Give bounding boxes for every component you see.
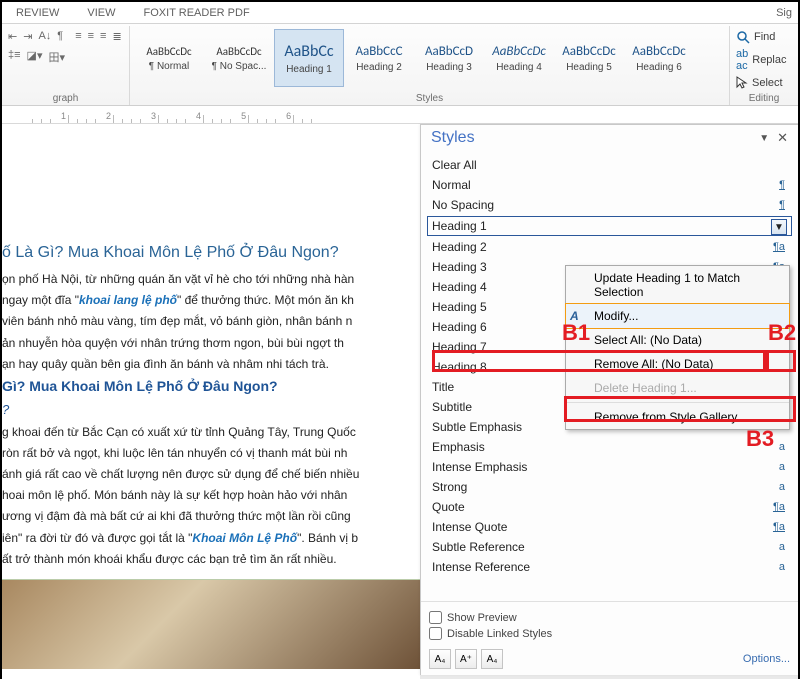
pane-dropdown-icon[interactable]: ▼ bbox=[755, 133, 773, 144]
paragraph-group: ⇤ ⇥ A↓ ¶ ≡ ≡ ≡ ≣ ‡≡ ◪▾ 田▾ graph bbox=[2, 26, 130, 105]
ruler[interactable]: 123456 bbox=[2, 106, 798, 124]
menu-modify[interactable]: AModify... bbox=[565, 303, 790, 329]
document-image bbox=[2, 579, 420, 669]
doc-paragraph: ròn rất bở và ngọt, khi luộc lên tán nhu… bbox=[2, 444, 420, 463]
style-item-intense-reference[interactable]: Intense Referencea bbox=[427, 557, 792, 577]
style-item-emphasis[interactable]: Emphasisa bbox=[427, 437, 792, 457]
sort-icon[interactable]: A↓ bbox=[38, 30, 51, 43]
style-item-dropdown[interactable]: ▼ bbox=[771, 219, 787, 235]
doc-paragraph: ánh giá rất cao về chất lượng nên được s… bbox=[2, 465, 420, 484]
signin-link[interactable]: Sig bbox=[762, 7, 798, 19]
doc-paragraph: ản nhuyễn hòa quyện với nhân trứng thơm … bbox=[2, 334, 420, 353]
style-heading-4[interactable]: AaBbCcDc Heading 4 bbox=[484, 29, 554, 87]
style-item-no-spacing[interactable]: No Spacing¶ bbox=[427, 195, 792, 215]
style-item-intense-quote[interactable]: Intense Quote¶a bbox=[427, 517, 792, 537]
tab-view[interactable]: VIEW bbox=[73, 7, 129, 19]
menu-update-match[interactable]: Update Heading 1 to Match Selection bbox=[566, 266, 789, 304]
select-button[interactable]: Select bbox=[736, 76, 798, 90]
menu-select-all[interactable]: Select All: (No Data) bbox=[566, 328, 789, 352]
style-item-strong[interactable]: Stronga bbox=[427, 477, 792, 497]
menu-remove-all[interactable]: Remove All: (No Data) bbox=[566, 352, 789, 376]
pane-title: Styles bbox=[431, 129, 755, 147]
document-page[interactable]: ố Là Gì? Mua Khoai Môn Lệ Phố Ở Đâu Ngon… bbox=[2, 124, 420, 679]
options-link[interactable]: Options... bbox=[743, 653, 790, 665]
line-spacing-icon[interactable]: ‡≡ bbox=[8, 49, 21, 65]
indent-increase-icon[interactable]: ⇥ bbox=[23, 30, 32, 43]
style-clear-all[interactable]: Clear All bbox=[427, 155, 792, 175]
doc-paragraph: ất trở thành món khoái khẩu được các bạn… bbox=[2, 550, 420, 569]
style-item-normal[interactable]: Normal¶ bbox=[427, 175, 792, 195]
style-gallery[interactable]: AaBbCcDc ¶ Normal AaBbCcDc ¶ No Spac... … bbox=[130, 26, 696, 87]
doc-paragraph: ngay một đĩa "khoai lang lệ phố" để thưở… bbox=[2, 291, 420, 310]
doc-paragraph: ạn hay quây quần bên gia đình ăn bánh và… bbox=[2, 355, 420, 374]
pane-footer: Show Preview Disable Linked Styles A₄ A⁺… bbox=[421, 601, 798, 675]
style-heading-1[interactable]: AaBbCc Heading 1 bbox=[274, 29, 344, 87]
doc-paragraph: iên" ra đời từ đó và được gọi tắt là "Kh… bbox=[2, 529, 420, 548]
doc-paragraph: ọn phố Hà Nội, từ những quán ăn vặt vỉ h… bbox=[2, 270, 420, 289]
modify-icon: A bbox=[570, 309, 579, 323]
disable-linked-checkbox[interactable]: Disable Linked Styles bbox=[429, 627, 790, 640]
doc-paragraph: ương vị đậm đà mà bất cứ ai khi đã thưởn… bbox=[2, 507, 420, 526]
doc-paragraph: viên bánh nhỏ màu vàng, tím đẹp mắt, vỏ … bbox=[2, 312, 420, 331]
indent-decrease-icon[interactable]: ⇤ bbox=[8, 30, 17, 43]
style-item-quote[interactable]: Quote¶a bbox=[427, 497, 792, 517]
show-preview-checkbox[interactable]: Show Preview bbox=[429, 611, 790, 624]
replace-icon: abac bbox=[736, 48, 748, 72]
align-left-icon[interactable]: ≡ bbox=[75, 30, 81, 43]
select-icon bbox=[736, 76, 748, 90]
align-center-icon[interactable]: ≡ bbox=[88, 30, 94, 43]
find-icon bbox=[736, 30, 750, 44]
align-right-icon[interactable]: ≡ bbox=[100, 30, 106, 43]
tab-review[interactable]: REVIEW bbox=[2, 7, 73, 19]
ribbon-tabs: REVIEW VIEW FOXIT READER PDF Sig bbox=[2, 2, 798, 24]
editing-group-label: Editing bbox=[730, 93, 798, 104]
replace-button[interactable]: abacReplac bbox=[736, 48, 798, 72]
styles-group-label: Styles bbox=[130, 93, 729, 104]
doc-heading-2: Gì? Mua Khoai Môn Lệ Phố Ở Đâu Ngon? bbox=[2, 378, 420, 394]
menu-delete: Delete Heading 1... bbox=[566, 376, 789, 400]
style-item-intense-emphasis[interactable]: Intense Emphasisa bbox=[427, 457, 792, 477]
show-marks-icon[interactable]: ¶ bbox=[57, 30, 63, 43]
shading-icon[interactable]: ◪▾ bbox=[27, 49, 43, 65]
style-item-heading-1[interactable]: Heading 1¶a▼ bbox=[427, 216, 792, 236]
style-heading-6[interactable]: AaBbCcDc Heading 6 bbox=[624, 29, 694, 87]
tab-pdf[interactable]: FOXIT READER PDF bbox=[130, 7, 264, 19]
editing-group: Find abacReplac Select Editing bbox=[730, 26, 798, 105]
paragraph-group-label: graph bbox=[2, 93, 129, 104]
styles-pane: Styles ▼ ✕ Clear All Normal¶No Spacing¶H… bbox=[420, 124, 798, 675]
new-style-button[interactable]: A₄ bbox=[429, 649, 451, 669]
styles-group: AaBbCcDc ¶ Normal AaBbCcDc ¶ No Spac... … bbox=[130, 26, 730, 105]
style-normal[interactable]: AaBbCcDc ¶ Normal bbox=[134, 29, 204, 87]
doc-paragraph: g khoai đến từ Bắc Cạn có xuất xứ từ tỉn… bbox=[2, 423, 420, 442]
style-item-subtle-reference[interactable]: Subtle Referencea bbox=[427, 537, 792, 557]
doc-heading-3: ? bbox=[2, 400, 420, 421]
doc-heading-1: ố Là Gì? Mua Khoai Môn Lệ Phố Ở Đâu Ngon… bbox=[2, 244, 420, 262]
pane-close-button[interactable]: ✕ bbox=[773, 130, 792, 146]
style-inspector-button[interactable]: A⁺ bbox=[455, 649, 477, 669]
style-heading-3[interactable]: AaBbCcD Heading 3 bbox=[414, 29, 484, 87]
justify-icon[interactable]: ≣ bbox=[112, 30, 121, 43]
style-heading-5[interactable]: AaBbCcDc Heading 5 bbox=[554, 29, 624, 87]
style-item-heading-2[interactable]: Heading 2¶a bbox=[427, 237, 792, 257]
borders-icon[interactable]: 田▾ bbox=[48, 49, 65, 65]
doc-paragraph: hoai môn lệ phố. Món bánh này là sự kết … bbox=[2, 486, 420, 505]
find-button[interactable]: Find bbox=[736, 30, 798, 44]
manage-styles-button[interactable]: A₄ bbox=[481, 649, 503, 669]
style-no-spacing[interactable]: AaBbCcDc ¶ No Spac... bbox=[204, 29, 274, 87]
style-context-menu: Update Heading 1 to Match Selection AMod… bbox=[565, 265, 790, 430]
menu-remove-gallery[interactable]: Remove from Style Gallery bbox=[566, 405, 789, 429]
ribbon: ⇤ ⇥ A↓ ¶ ≡ ≡ ≡ ≣ ‡≡ ◪▾ 田▾ graph AaBbCcDc… bbox=[2, 24, 798, 106]
style-heading-2[interactable]: AaBbCcC Heading 2 bbox=[344, 29, 414, 87]
